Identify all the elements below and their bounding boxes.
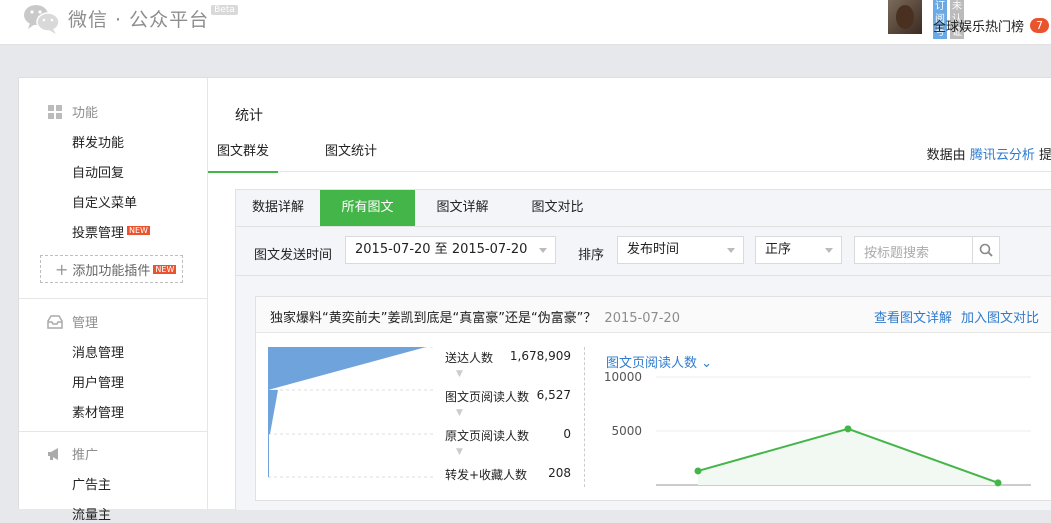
sort-order-value: 正序 [765,242,792,257]
chevron-down-icon [727,248,735,253]
x-tick-label: 2015-07-20 [663,493,733,494]
sort-label: 排序 [578,248,605,263]
line-chart: 5000 10000 2015-07-20 2015-07-21 2015-07-22 [604,370,1033,494]
grid-icon [48,104,62,119]
plus-icon: + [55,259,69,279]
sort-order-select[interactable]: 正序 [755,236,842,264]
funnel-graphic [268,347,433,478]
tab-article-send[interactable]: 图文群发 [208,142,278,173]
sidebar-item-publisher[interactable]: 流量主 [72,504,111,523]
add-plugin-button[interactable]: + 添加功能插件 NEW [40,255,183,283]
sidebar: 功能 群发功能 自动回复 自定义菜单 投票管理 NEW + 添加功能插件 NEW 管理… [19,78,208,523]
data-source-prefix: 数据由 [926,148,966,163]
funnel-segment-forwarded [268,434,269,477]
sidebar-section-manage: 管理 [47,312,98,331]
sidebar-item-mass-send[interactable]: 群发功能 [72,132,124,151]
funnel-segment-read [268,390,278,434]
funnel-segment-delivered [268,347,426,390]
sidebar-section-function: 功能 [47,102,98,121]
megaphone-icon [48,447,58,460]
sidebar-section-promote: 推广 [47,444,98,463]
x-tick-label: 2015-07-21 [813,493,883,494]
funnel-label-delivered: 送达人数 [445,351,494,365]
subtab-data-detail[interactable]: 数据详解 [236,190,320,226]
view-detail-link[interactable]: 查看图文详解 [874,307,952,326]
new-badge: NEW [127,226,150,235]
search-placeholder: 按标题搜索 [864,246,930,261]
funnel-value-source-read: 0 [563,427,571,441]
sidebar-section-label: 功能 [72,106,99,121]
tab-article-stats[interactable]: 图文统计 [325,142,377,171]
sort-field-value: 发布时间 [627,242,680,257]
subtab-bar: 数据详解 所有图文 图文详解 图文对比 [236,190,1051,227]
stats-box: 数据详解 所有图文 图文详解 图文对比 图文发送时间 2015-07-20 至 … [235,189,1051,510]
series-area [698,428,998,485]
funnel-value-article-read: 6,527 [536,388,571,402]
sidebar-item-custom-menu[interactable]: 自定义菜单 [72,192,137,211]
filter-bar: 图文发送时间 2015-07-20 至 2015-07-20 排序 发布时间 正… [236,227,1051,276]
search-button[interactable] [972,237,999,263]
funnel-value-share-fav: 208 [548,466,571,480]
logo-title: 微信 · 公众平台 [68,8,210,31]
sidebar-item-auto-reply[interactable]: 自动回复 [72,162,124,181]
tencent-analytics-link[interactable]: 腾讯云分析 [970,148,1035,163]
date-range-value: 2015-07-20 至 2015-07-20 [355,242,528,257]
tab-bar: 图文群发 图文统计 数据由 腾讯云分析 提 [208,142,1051,173]
top-bar: 微信 · 公众平台 Beta 订阅号 未认证 全球娱乐热门榜 7 [0,0,1051,45]
sidebar-item-messages[interactable]: 消息管理 [72,342,124,361]
subtab-article-compare[interactable]: 图文对比 [510,190,605,226]
sidebar-item-label: 投票管理 [72,226,125,241]
x-tick-label: 2015-07-22 [963,493,1033,494]
sidebar-section-label: 管理 [72,316,99,331]
wechat-icon [22,1,62,35]
chevron-down-icon [539,248,547,253]
add-plugin-label: 添加功能插件 [72,263,151,279]
search-icon [979,243,993,257]
sidebar-item-materials[interactable]: 素材管理 [72,402,124,421]
search-input[interactable]: 按标题搜索 [854,236,1000,264]
data-point [994,479,1002,487]
article-title: 独家爆料“黄奕前夫”姜凯到底是“真富豪”还是“伪富豪”？ 2015-07-20 [270,307,680,326]
send-time-label: 图文发送时间 [254,248,333,263]
article-card-header: 独家爆料“黄奕前夫”姜凯到底是“真富豪”还是“伪富豪”？ 2015-07-20 查… [256,297,1051,333]
arrow-down-icon: ▼ [456,369,463,379]
sidebar-divider [19,298,207,299]
data-source-suffix: 提 [1038,148,1051,163]
y-tick-label: 10000 [604,370,642,384]
add-compare-link[interactable]: 加入图文对比 [961,307,1039,326]
data-point [844,425,852,433]
wechat-logo[interactable]: 微信 · 公众平台 Beta [22,0,238,36]
date-range-select[interactable]: 2015-07-20 至 2015-07-20 [345,236,556,264]
arrow-down-icon: ▼ [456,408,463,418]
funnel-value-delivered: 1,678,909 [509,349,571,363]
sort-field-select[interactable]: 发布时间 [617,236,744,264]
content-panel: 功能 群发功能 自动回复 自定义菜单 投票管理 NEW + 添加功能插件 NEW 管理… [18,77,1051,523]
sidebar-item-users[interactable]: 用户管理 [72,372,124,391]
notification-badge[interactable]: 7 [1030,18,1049,33]
page-title: 统计 [235,108,263,124]
data-source: 数据由 腾讯云分析 提 [927,144,1051,163]
article-title-text: 独家爆料“黄奕前夫”姜凯到底是“真富豪”还是“伪富豪”？ [270,311,597,326]
sidebar-item-advertiser[interactable]: 广告主 [72,474,111,493]
y-tick-label: 5000 [611,424,642,438]
avatar[interactable] [888,0,922,34]
beta-badge: Beta [211,5,238,15]
sidebar-divider [19,431,207,432]
account-name[interactable]: 全球娱乐热门榜 [933,16,1024,35]
new-badge: NEW [153,264,177,274]
subtab-article-detail[interactable]: 图文详解 [415,190,510,226]
data-point [694,467,702,475]
main-content: 统计 图文群发 图文统计 数据由 腾讯云分析 提 数据详解 所有图文 图文详解 … [208,78,1051,510]
article-card: 独家爆料“黄奕前夫”姜凯到底是“真富豪”还是“伪富豪”？ 2015-07-20 查… [255,296,1051,501]
subtab-all-articles[interactable]: 所有图文 [320,190,415,226]
sidebar-section-label: 推广 [72,448,99,463]
divider [584,347,585,487]
inbox-icon [47,314,63,329]
arrow-down-icon: ▼ [456,447,463,457]
article-date: 2015-07-20 [604,311,680,326]
chevron-down-icon [825,248,833,253]
sidebar-item-vote[interactable]: 投票管理 NEW [72,222,150,241]
